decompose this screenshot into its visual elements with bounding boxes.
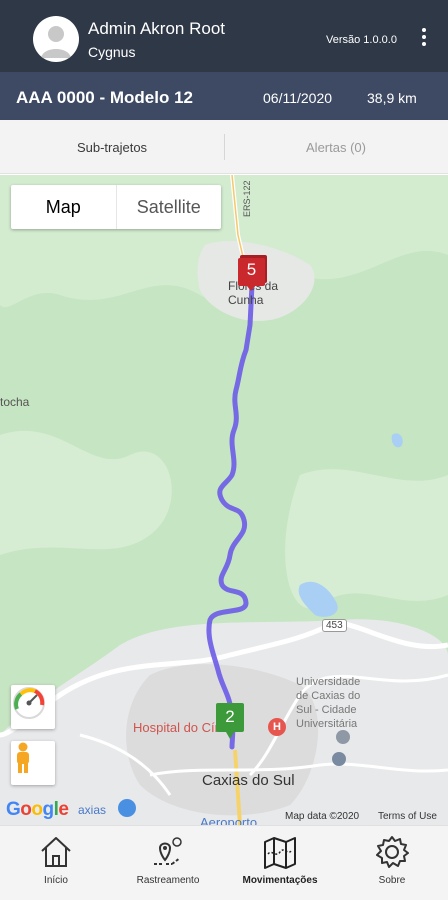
map-label-university-line1: Universidade [296, 676, 361, 688]
map-type-map-button[interactable]: Map [11, 185, 117, 229]
marker-start-label: 2 [225, 707, 235, 726]
vehicle-bar: AAA 0000 - Modelo 12 06/11/2020 38,9 km [0, 72, 448, 120]
gear-icon [376, 836, 409, 868]
user-name: Admin Akron Root [88, 19, 226, 38]
tracking-icon [154, 837, 182, 865]
avatar[interactable] [33, 16, 79, 62]
vehicle-name: AAA 0000 - Modelo 12 [16, 88, 193, 107]
map-label-university-line2: de Caxias do [296, 690, 361, 702]
terms-of-use-link[interactable]: Terms of Use [378, 811, 437, 822]
app-version: Versão 1.0.0.0 [326, 34, 397, 46]
map-label-road-453: 453 [322, 619, 347, 632]
vehicle-distance: 38,9 km [367, 90, 417, 106]
map-label-city-north-line2: Cunha [228, 293, 264, 307]
bottom-navigation: Início Rastreamento Movimentações Sobre [0, 825, 448, 900]
home-icon [41, 837, 71, 867]
route-end-marker[interactable]: 5 [237, 255, 269, 291]
nav-label-inicio: Início [44, 875, 68, 886]
speedometer-icon [13, 687, 45, 719]
location-pin-icon [332, 752, 346, 766]
more-menu-icon[interactable] [418, 28, 430, 52]
map-type-satellite-button[interactable]: Satellite [117, 185, 222, 229]
vehicle-date: 06/11/2020 [263, 90, 333, 106]
map-type-toggle: Map Satellite [11, 185, 221, 229]
user-icon [41, 26, 71, 58]
nav-item-sobre[interactable]: Sobre [336, 826, 448, 900]
map-label-caxias-small: axias [78, 803, 107, 817]
map-label-city-main: Caxias do Sul [202, 772, 295, 789]
map-view[interactable]: ERS-122 Flores da Cunha tocha 453 Univer… [0, 175, 448, 825]
street-view-button[interactable] [11, 741, 55, 785]
map-label-airport: Aeroporto [200, 815, 258, 825]
map-data-attribution: Map data ©2020 [285, 811, 360, 822]
pegman-icon [17, 742, 29, 773]
hospital-icon: H [268, 718, 286, 736]
marker-end-label: 5 [246, 260, 257, 279]
university-icon [336, 730, 350, 744]
speedometer-button[interactable] [11, 685, 55, 729]
tab-subroutes[interactable]: Sub-trajetos [0, 120, 224, 174]
map-label-road-north: ERS-122 [242, 180, 252, 217]
map-label-town-west: tocha [0, 395, 30, 409]
map-label-university-line4: Universitária [296, 718, 358, 730]
app-header: Admin Akron Root Cygnus Versão 1.0.0.0 [0, 0, 448, 72]
nav-item-rastreamento[interactable]: Rastreamento [112, 826, 224, 900]
nav-item-inicio[interactable]: Início [0, 826, 112, 900]
tab-bar: Sub-trajetos Alertas (0) [0, 120, 448, 174]
map-icon [264, 837, 296, 869]
map-label-university-line3: Sul - Cidade [296, 704, 357, 716]
nav-item-movimentacoes[interactable]: Movimentações [224, 826, 336, 900]
app-root: Admin Akron Root Cygnus Versão 1.0.0.0 A… [0, 0, 448, 900]
user-company: Cygnus [88, 44, 136, 60]
map-label-university: Universidade de Caxias do Sul - Cidade U… [296, 675, 360, 731]
google-logo: Google [6, 799, 69, 820]
nav-label-movimentacoes: Movimentações [242, 875, 318, 886]
route-start-marker[interactable]: 2 [216, 703, 246, 741]
tab-alerts[interactable]: Alertas (0) [224, 120, 448, 174]
nav-label-rastreamento: Rastreamento [136, 875, 200, 886]
nav-label-sobre: Sobre [378, 875, 406, 886]
shopping-icon [118, 799, 136, 817]
